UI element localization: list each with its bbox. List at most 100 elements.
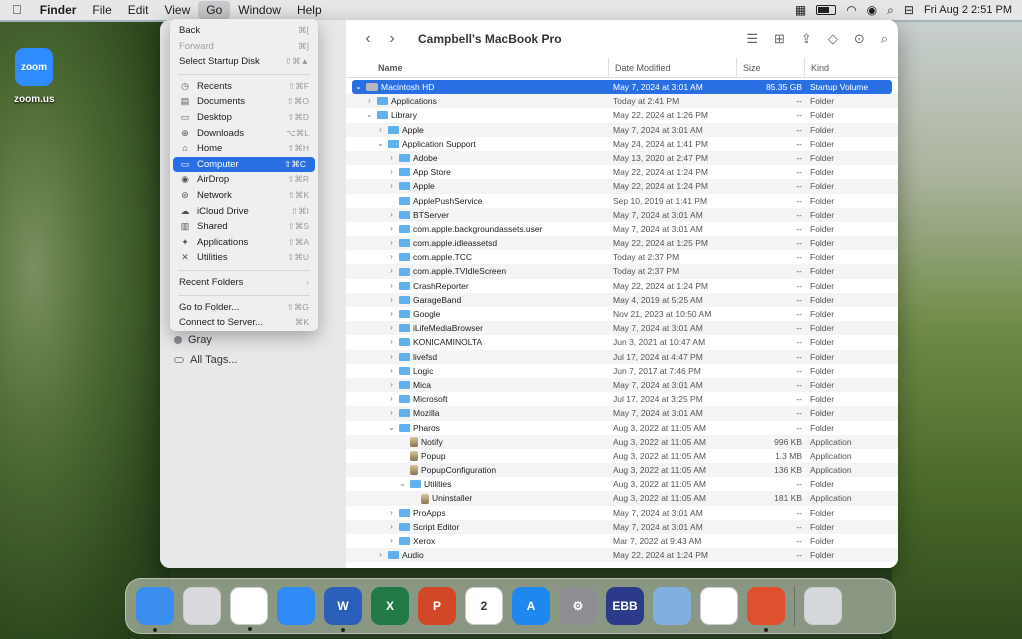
table-row[interactable]: › Xerox Mar 7, 2022 at 9:43 AM -- Folder: [346, 534, 898, 548]
word-app-icon[interactable]: W: [324, 587, 362, 632]
table-row[interactable]: › Mozilla May 7, 2024 at 3:01 AM -- Folder: [346, 406, 898, 421]
launchpad-app-icon[interactable]: [183, 587, 221, 625]
list-view-icon[interactable]: ☰: [746, 31, 758, 47]
disclosure-chevron-icon[interactable]: ⌄: [365, 108, 374, 122]
go-menu-item-network[interactable]: ⊛ Network ⇧⌘K: [170, 188, 318, 204]
disclosure-chevron-icon[interactable]: ⌄: [387, 421, 396, 435]
table-row[interactable]: › iLifeMediaBrowser May 7, 2024 at 3:01 AM…: [346, 321, 898, 336]
table-row[interactable]: › livefsd Jul 17, 2024 at 4:47 PM -- Folder: [346, 349, 898, 364]
disclosure-chevron-icon[interactable]: ›: [387, 179, 396, 193]
disclosure-chevron-icon[interactable]: ›: [387, 534, 396, 548]
app-store-app-icon[interactable]: A: [512, 587, 550, 625]
disclosure-chevron-icon[interactable]: ›: [387, 321, 396, 335]
table-row[interactable]: › GarageBand May 4, 2019 at 5:25 AM -- Folde…: [346, 292, 898, 307]
go-menu-item-utilities[interactable]: ✕ Utilities ⇧⌘U: [170, 250, 318, 266]
go-menu-item-shared[interactable]: ▥ Shared ⇧⌘S: [170, 219, 318, 235]
disclosure-chevron-icon[interactable]: ›: [387, 307, 396, 321]
more-actions-icon[interactable]: ⊙: [854, 31, 865, 47]
disclosure-chevron-icon[interactable]: ⌄: [354, 80, 363, 94]
table-row[interactable]: Notify Aug 3, 2022 at 11:05 AM 996 KB Appli…: [346, 434, 898, 449]
go-menu-item-airdrop[interactable]: ◉ AirDrop ⇧⌘R: [170, 172, 318, 188]
disclosure-chevron-icon[interactable]: ›: [387, 208, 396, 222]
control-center-icon[interactable]: ⊟: [904, 3, 914, 17]
go-menu-item-computer[interactable]: ▭ Computer ⇧⌘C: [173, 156, 315, 173]
powerpoint-app-icon[interactable]: P: [418, 587, 456, 625]
table-row[interactable]: › Google Nov 21, 2023 at 10:50 AM -- Folder: [346, 307, 898, 321]
table-row[interactable]: › com.apple.backgroundassets.user May 7, 2…: [346, 222, 898, 236]
ebb-app-icon[interactable]: EBB: [606, 587, 644, 625]
tag-toolbar-icon[interactable]: ◇: [828, 31, 838, 47]
safari-app-icon[interactable]: [277, 587, 315, 625]
chrome-app-icon[interactable]: [230, 587, 268, 631]
table-row[interactable]: › Applications Today at 2:41 PM -- Folder: [346, 94, 898, 109]
disclosure-chevron-icon[interactable]: ›: [387, 151, 396, 165]
table-row[interactable]: › Audio May 22, 2024 at 1:24 PM -- Folder: [346, 548, 898, 563]
remote-desktop-app-icon[interactable]: [747, 587, 785, 632]
system-settings-app-icon[interactable]: ⚙: [559, 587, 597, 625]
column-name[interactable]: Name: [372, 58, 403, 78]
disclosure-chevron-icon[interactable]: ›: [387, 222, 396, 236]
disclosure-chevron-icon[interactable]: ›: [387, 406, 396, 420]
column-kind[interactable]: Kind: [804, 58, 829, 78]
table-row[interactable]: › App Store May 22, 2024 at 1:24 PM -- Folde…: [346, 165, 898, 179]
go-menu-item-downloads[interactable]: ⊕ Downloads ⌥⌘L: [170, 126, 318, 142]
menu-window[interactable]: Window: [230, 0, 289, 20]
network-utility-app-icon[interactable]: [653, 587, 691, 625]
column-date-modified[interactable]: Date Modified: [608, 58, 671, 78]
disclosure-chevron-icon[interactable]: ›: [387, 264, 396, 278]
go-menu-item-icloud-drive[interactable]: ☁ iCloud Drive ⇧⌘I: [170, 204, 318, 220]
battery-icon[interactable]: [816, 5, 837, 15]
table-row[interactable]: › Apple May 22, 2024 at 1:24 PM -- Folder: [346, 179, 898, 194]
table-row[interactable]: ApplePushService Sep 10, 2019 at 1:41 PM -…: [346, 194, 898, 208]
disclosure-chevron-icon[interactable]: ›: [387, 364, 396, 378]
disclosure-chevron-icon[interactable]: ›: [387, 165, 396, 179]
share-icon[interactable]: ⇪: [801, 31, 812, 47]
disclosure-chevron-icon[interactable]: ›: [376, 123, 385, 137]
table-row[interactable]: ⌄ Macintosh HD May 7, 2024 at 3:01 AM 85.35…: [352, 80, 892, 95]
user-icon[interactable]: ◉: [867, 3, 877, 17]
forward-chevron-icon[interactable]: ›: [380, 30, 404, 48]
finder-app-icon[interactable]: [136, 587, 174, 632]
table-row[interactable]: › Apple May 7, 2024 at 3:01 AM -- Folder: [346, 122, 898, 137]
table-row[interactable]: PopupConfiguration Aug 3, 2022 at 11:05 A…: [346, 463, 898, 478]
table-row[interactable]: › Script Editor May 7, 2024 at 3:01 AM -- Fo…: [346, 519, 898, 534]
table-row[interactable]: › Mica May 7, 2024 at 3:01 AM -- Folder: [346, 377, 898, 393]
group-icon[interactable]: ⊞: [774, 31, 785, 47]
table-row[interactable]: ⌄ Pharos Aug 3, 2022 at 11:05 AM -- Folder: [346, 421, 898, 435]
sidebar-tag-gray[interactable]: Gray: [174, 334, 212, 346]
menu-view[interactable]: View: [156, 0, 198, 20]
table-row[interactable]: › ProApps May 7, 2024 at 3:01 AM -- Folder: [346, 506, 898, 520]
go-menu-item-select-startup-disk[interactable]: Select Startup Disk ⇧⌘▲: [170, 54, 318, 70]
menu-go[interactable]: Go: [198, 1, 231, 19]
go-menu-item-back[interactable]: Back ⌘[: [170, 23, 318, 39]
table-row[interactable]: › Logic Jun 7, 2017 at 7:46 PM -- Folder: [346, 364, 898, 378]
disclosure-chevron-icon[interactable]: ›: [387, 392, 396, 406]
table-row[interactable]: ⌄ Library May 22, 2024 at 1:26 PM -- Folder: [346, 108, 898, 122]
go-menu-item-desktop[interactable]: ▭ Desktop ⇧⌘D: [170, 110, 318, 126]
disclosure-chevron-icon[interactable]: ›: [387, 350, 396, 364]
disclosure-chevron-icon[interactable]: ⌄: [398, 477, 407, 491]
disclosure-chevron-icon[interactable]: ›: [387, 520, 396, 534]
go-menu-item-recent-folders[interactable]: Recent Folders ›: [170, 275, 318, 291]
menu-edit[interactable]: Edit: [120, 0, 157, 20]
table-row[interactable]: › com.apple.TCC Today at 2:37 PM -- Folder: [346, 250, 898, 264]
disclosure-chevron-icon[interactable]: ›: [387, 506, 396, 520]
table-row[interactable]: Popup Aug 3, 2022 at 11:05 AM 1.3 MB Applic…: [346, 449, 898, 463]
disclosure-chevron-icon[interactable]: ›: [387, 279, 396, 293]
control-grid-icon[interactable]: ▦: [795, 3, 806, 17]
menu-finder[interactable]: Finder: [32, 0, 85, 20]
wifi-icon[interactable]: ◠: [846, 3, 856, 17]
spotlight-search-icon[interactable]: ⌕: [887, 3, 894, 18]
table-row[interactable]: › KONICAMINOLTA Jun 3, 2021 at 10:47 AM -- F…: [346, 335, 898, 349]
go-menu-item-go-to-folder[interactable]: Go to Folder... ⇧⌘G: [170, 300, 318, 316]
disclosure-chevron-icon[interactable]: ›: [376, 548, 385, 562]
disclosure-chevron-icon[interactable]: ›: [387, 378, 396, 392]
table-row[interactable]: ⌄ Application Support May 24, 2024 at 1:41…: [346, 137, 898, 151]
table-row[interactable]: Uninstaller Aug 3, 2022 at 11:05 AM 181 KB…: [346, 491, 898, 506]
calendar-app-icon[interactable]: 2: [465, 587, 503, 625]
go-menu-item-applications[interactable]: ✦ Applications ⇧⌘A: [170, 235, 318, 251]
table-row[interactable]: › com.apple.idleassetsd May 22, 2024 at 1:…: [346, 236, 898, 251]
go-menu-item-connect-to-server[interactable]: Connect to Server... ⌘K: [170, 315, 318, 331]
disclosure-chevron-icon[interactable]: ⌄: [376, 137, 385, 151]
back-chevron-icon[interactable]: ‹: [356, 30, 380, 48]
